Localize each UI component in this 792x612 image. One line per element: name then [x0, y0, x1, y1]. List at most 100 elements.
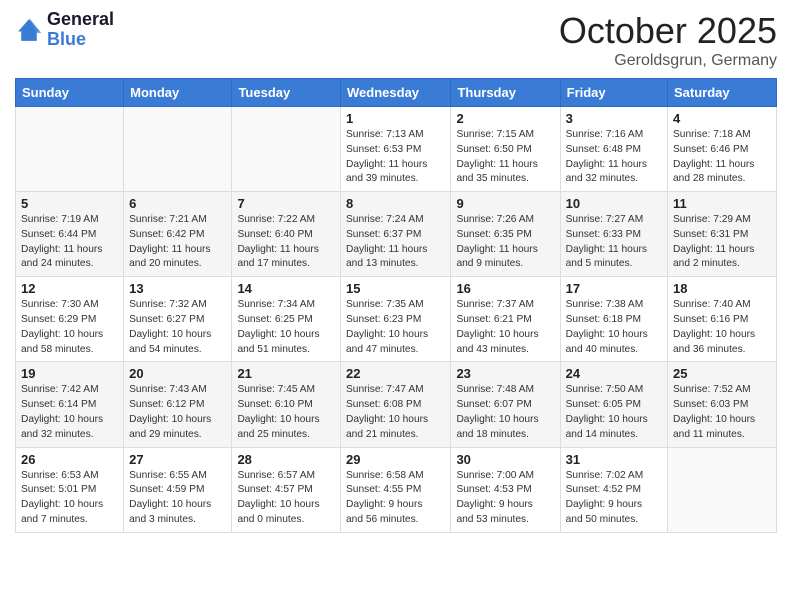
day-number: 14 [237, 281, 335, 296]
calendar-cell: 30Sunrise: 7:00 AM Sunset: 4:53 PM Dayli… [451, 447, 560, 532]
logo-text: General Blue [47, 10, 114, 50]
day-number: 21 [237, 366, 335, 381]
calendar-cell: 9Sunrise: 7:26 AM Sunset: 6:35 PM Daylig… [451, 192, 560, 277]
day-number: 11 [673, 196, 771, 211]
day-number: 8 [346, 196, 445, 211]
calendar-cell: 18Sunrise: 7:40 AM Sunset: 6:16 PM Dayli… [668, 277, 777, 362]
calendar-cell: 25 Sunrise: 7:52 AM Sunset: 6:03 PM Dayli… [668, 362, 777, 447]
day-number: 27 [129, 452, 226, 467]
day-info: Sunrise: 7:30 AM Sunset: 6:29 PM Dayligh… [21, 298, 118, 357]
weekday-header-tuesday: Tuesday [232, 79, 341, 107]
calendar-cell: 16 Sunrise: 7:37 AM Sunset: 6:21 PM Dayli… [451, 277, 560, 362]
day-number: 29 [346, 452, 445, 467]
day-number: 24 [566, 366, 662, 381]
day-info: Sunrise: 7:34 AM Sunset: 6:25 PM Dayligh… [237, 298, 335, 357]
day-number: 19 [21, 366, 118, 381]
calendar-table: SundayMondayTuesdayWednesdayThursdayFrid… [15, 78, 777, 533]
day-number: 20 [129, 366, 226, 381]
day-info: Sunrise: 7:47 AM Sunset: 6:08 PM Dayligh… [346, 383, 445, 442]
day-number: 16 [456, 281, 554, 296]
calendar-cell: 22 Sunrise: 7:47 AM Sunset: 6:08 PM Dayli… [341, 362, 451, 447]
day-info: Sunrise: 7:16 AM Sunset: 6:48 PM Dayligh… [566, 128, 662, 187]
day-info: Sunrise: 6:53 AM Sunset: 5:01 PM Dayligh… [21, 469, 118, 528]
day-info: Sunrise: 7:26 AM Sunset: 6:35 PM Dayligh… [456, 213, 554, 272]
day-info: Sunrise: 7:29 AM Sunset: 6:31 PM Dayligh… [673, 213, 771, 272]
calendar-cell: 8 Sunrise: 7:24 AM Sunset: 6:37 PM Daylig… [341, 192, 451, 277]
day-info: Sunrise: 7:48 AM Sunset: 6:07 PM Dayligh… [456, 383, 554, 442]
calendar-cell: 5Sunrise: 7:19 AM Sunset: 6:44 PM Daylig… [16, 192, 124, 277]
calendar-cell: 3 Sunrise: 7:16 AM Sunset: 6:48 PM Daylig… [560, 107, 667, 192]
week-row-5: 26 Sunrise: 6:53 AM Sunset: 5:01 PM Dayli… [16, 447, 777, 532]
page-header: General Blue October 2025 Geroldsgrun, G… [15, 10, 777, 70]
day-number: 13 [129, 281, 226, 296]
calendar-cell: 2 Sunrise: 7:15 AM Sunset: 6:50 PM Daylig… [451, 107, 560, 192]
day-number: 28 [237, 452, 335, 467]
calendar-cell [668, 447, 777, 532]
day-info: Sunrise: 7:52 AM Sunset: 6:03 PM Dayligh… [673, 383, 771, 442]
day-number: 4 [673, 111, 771, 126]
weekday-header-wednesday: Wednesday [341, 79, 451, 107]
day-number: 3 [566, 111, 662, 126]
calendar-cell: 7Sunrise: 7:22 AM Sunset: 6:40 PM Daylig… [232, 192, 341, 277]
weekday-header-thursday: Thursday [451, 79, 560, 107]
logo-icon [15, 16, 43, 44]
day-info: Sunrise: 7:35 AM Sunset: 6:23 PM Dayligh… [346, 298, 445, 357]
weekday-header-friday: Friday [560, 79, 667, 107]
day-info: Sunrise: 7:15 AM Sunset: 6:50 PM Dayligh… [456, 128, 554, 187]
calendar-cell: 11 Sunrise: 7:29 AM Sunset: 6:31 PM Dayli… [668, 192, 777, 277]
weekday-header-row: SundayMondayTuesdayWednesdayThursdayFrid… [16, 79, 777, 107]
day-number: 15 [346, 281, 445, 296]
calendar-cell: 6Sunrise: 7:21 AM Sunset: 6:42 PM Daylig… [124, 192, 232, 277]
week-row-3: 12 Sunrise: 7:30 AM Sunset: 6:29 PM Dayli… [16, 277, 777, 362]
calendar-cell: 15 Sunrise: 7:35 AM Sunset: 6:23 PM Dayli… [341, 277, 451, 362]
weekday-header-monday: Monday [124, 79, 232, 107]
calendar-cell: 4 Sunrise: 7:18 AM Sunset: 6:46 PM Daylig… [668, 107, 777, 192]
day-info: Sunrise: 7:18 AM Sunset: 6:46 PM Dayligh… [673, 128, 771, 187]
calendar-cell: 24 Sunrise: 7:50 AM Sunset: 6:05 PM Dayli… [560, 362, 667, 447]
weekday-header-sunday: Sunday [16, 79, 124, 107]
day-info: Sunrise: 6:58 AM Sunset: 4:55 PM Dayligh… [346, 469, 445, 528]
calendar-cell: 23 Sunrise: 7:48 AM Sunset: 6:07 PM Dayli… [451, 362, 560, 447]
day-info: Sunrise: 7:02 AM Sunset: 4:52 PM Dayligh… [566, 469, 662, 528]
logo: General Blue [15, 10, 114, 50]
calendar-cell: 21 Sunrise: 7:45 AM Sunset: 6:10 PM Dayli… [232, 362, 341, 447]
day-info: Sunrise: 7:24 AM Sunset: 6:37 PM Dayligh… [346, 213, 445, 272]
week-row-1: 1Sunrise: 7:13 AM Sunset: 6:53 PM Daylig… [16, 107, 777, 192]
day-number: 22 [346, 366, 445, 381]
day-info: Sunrise: 7:13 AM Sunset: 6:53 PM Dayligh… [346, 128, 445, 187]
calendar-cell: 1Sunrise: 7:13 AM Sunset: 6:53 PM Daylig… [341, 107, 451, 192]
day-info: Sunrise: 7:38 AM Sunset: 6:18 PM Dayligh… [566, 298, 662, 357]
calendar-cell: 20 Sunrise: 7:43 AM Sunset: 6:12 PM Dayli… [124, 362, 232, 447]
day-info: Sunrise: 7:40 AM Sunset: 6:16 PM Dayligh… [673, 298, 771, 357]
day-info: Sunrise: 7:19 AM Sunset: 6:44 PM Dayligh… [21, 213, 118, 272]
day-info: Sunrise: 7:45 AM Sunset: 6:10 PM Dayligh… [237, 383, 335, 442]
day-number: 30 [456, 452, 554, 467]
calendar-cell [232, 107, 341, 192]
calendar-cell: 13Sunrise: 7:32 AM Sunset: 6:27 PM Dayli… [124, 277, 232, 362]
day-info: Sunrise: 7:50 AM Sunset: 6:05 PM Dayligh… [566, 383, 662, 442]
day-number: 10 [566, 196, 662, 211]
calendar-cell: 29 Sunrise: 6:58 AM Sunset: 4:55 PM Dayli… [341, 447, 451, 532]
calendar-cell: 10Sunrise: 7:27 AM Sunset: 6:33 PM Dayli… [560, 192, 667, 277]
day-number: 25 [673, 366, 771, 381]
calendar-cell [124, 107, 232, 192]
calendar-cell: 19Sunrise: 7:42 AM Sunset: 6:14 PM Dayli… [16, 362, 124, 447]
calendar-cell: 17Sunrise: 7:38 AM Sunset: 6:18 PM Dayli… [560, 277, 667, 362]
day-number: 12 [21, 281, 118, 296]
calendar-title-block: October 2025 Geroldsgrun, Germany [559, 10, 777, 70]
day-number: 31 [566, 452, 662, 467]
day-number: 2 [456, 111, 554, 126]
week-row-4: 19Sunrise: 7:42 AM Sunset: 6:14 PM Dayli… [16, 362, 777, 447]
day-info: Sunrise: 7:37 AM Sunset: 6:21 PM Dayligh… [456, 298, 554, 357]
calendar-cell: 12 Sunrise: 7:30 AM Sunset: 6:29 PM Dayli… [16, 277, 124, 362]
day-info: Sunrise: 6:57 AM Sunset: 4:57 PM Dayligh… [237, 469, 335, 528]
calendar-cell: 27 Sunrise: 6:55 AM Sunset: 4:59 PM Dayli… [124, 447, 232, 532]
day-info: Sunrise: 6:55 AM Sunset: 4:59 PM Dayligh… [129, 469, 226, 528]
weekday-header-saturday: Saturday [668, 79, 777, 107]
calendar-cell: 28 Sunrise: 6:57 AM Sunset: 4:57 PM Dayli… [232, 447, 341, 532]
day-number: 23 [456, 366, 554, 381]
calendar-cell: 26 Sunrise: 6:53 AM Sunset: 5:01 PM Dayli… [16, 447, 124, 532]
calendar-cell: 31 Sunrise: 7:02 AM Sunset: 4:52 PM Dayli… [560, 447, 667, 532]
day-number: 26 [21, 452, 118, 467]
day-info: Sunrise: 7:43 AM Sunset: 6:12 PM Dayligh… [129, 383, 226, 442]
